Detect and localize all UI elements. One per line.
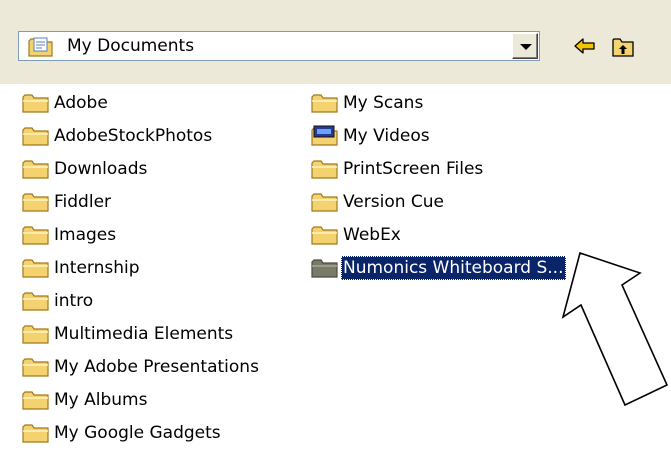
list-item-label: Fiddler: [54, 192, 112, 212]
list-item-label: Internship: [54, 258, 140, 278]
list-item[interactable]: Multimedia Elements: [22, 320, 235, 348]
folder-icon: [311, 92, 339, 114]
folder-icon: [22, 290, 50, 312]
folder-icon: [22, 158, 50, 180]
list-item[interactable]: Images: [22, 221, 118, 249]
grey-folder-icon: [311, 257, 339, 279]
look-in-dropdown[interactable]: My Documents: [18, 31, 540, 61]
folder-icon: [22, 125, 50, 147]
list-item[interactable]: intro: [22, 287, 95, 315]
list-item[interactable]: AdobeStockPhotos: [22, 122, 214, 150]
folder-icon: [311, 224, 339, 246]
list-item-label: My Scans: [343, 93, 424, 113]
list-item-label: Downloads: [54, 159, 148, 179]
folder-icon: [22, 323, 50, 345]
list-item[interactable]: My Albums: [22, 386, 149, 414]
look-in-value: My Documents: [67, 36, 195, 56]
list-item[interactable]: PrintScreen Files: [311, 155, 485, 183]
back-arrow-icon[interactable]: [572, 33, 598, 59]
list-item-label: My Google Gadgets: [54, 423, 221, 443]
list-item-label: PrintScreen Files: [343, 159, 484, 179]
list-item[interactable]: WebEx: [311, 221, 403, 249]
folder-icon: [22, 224, 50, 246]
list-item-label: My Adobe Presentations: [54, 357, 259, 377]
folder-icon: [22, 356, 50, 378]
video-folder-icon: [311, 125, 339, 147]
folder-icon: [22, 257, 50, 279]
list-item-label: Adobe: [54, 93, 108, 113]
folder-icon: [311, 191, 339, 213]
list-item-label: My Albums: [54, 390, 148, 410]
list-item-label: WebEx: [343, 225, 401, 245]
list-item[interactable]: Downloads: [22, 155, 149, 183]
list-item[interactable]: Fiddler: [22, 188, 113, 216]
list-item[interactable]: Adobe: [22, 89, 110, 117]
callout-arrow-icon: [561, 251, 669, 407]
list-item[interactable]: My Google Gadgets: [22, 419, 223, 447]
list-item[interactable]: My Scans: [311, 89, 425, 117]
list-item-label: Images: [54, 225, 117, 245]
dropdown-arrow-button[interactable]: [512, 33, 538, 59]
list-item[interactable]: My Adobe Presentations: [22, 353, 261, 381]
list-item[interactable]: Version Cue: [311, 188, 446, 216]
list-item-label: intro: [54, 291, 94, 311]
list-item[interactable]: Internship: [22, 254, 142, 282]
up-folder-icon[interactable]: [611, 33, 637, 59]
list-item[interactable]: My Videos: [311, 122, 432, 150]
list-item-label: Version Cue: [343, 192, 445, 212]
documents-folder-icon: [28, 37, 53, 57]
list-item-label: Multimedia Elements: [54, 324, 234, 344]
list-item-label: AdobeStockPhotos: [54, 126, 213, 146]
list-item-label: My Videos: [343, 126, 430, 146]
folder-icon: [22, 422, 50, 444]
folder-icon: [22, 191, 50, 213]
folder-icon: [22, 92, 50, 114]
folder-icon: [311, 158, 339, 180]
file-dialog-toolbar: My Documents: [0, 0, 671, 84]
folder-icon: [22, 389, 50, 411]
